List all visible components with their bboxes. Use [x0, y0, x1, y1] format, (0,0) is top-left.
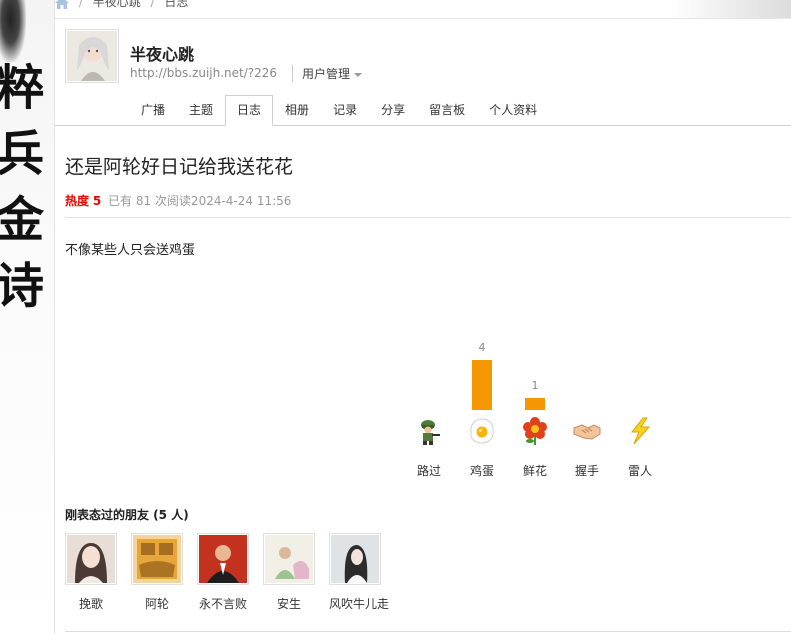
friend-name[interactable]: 挽歌: [65, 595, 117, 612]
friends-list: 挽歌 阿轮 永不言败 安生 风吹牛儿走: [65, 533, 395, 612]
calligraphy-glyph: 兵: [0, 126, 45, 182]
ink-brush-decoration: [0, 0, 26, 62]
friend-item[interactable]: 永不言败: [197, 533, 249, 612]
meta-divider: [65, 217, 791, 218]
space-tabs: 广播 主题 日志 相册 记录 分享 留言板 个人资料: [129, 95, 549, 126]
breadcrumb: / 半夜心跳 / 日志: [55, 0, 188, 10]
vote-count: 4: [478, 341, 486, 354]
avatar[interactable]: [131, 533, 183, 585]
flower-icon: [523, 417, 547, 445]
hot-value: 5: [92, 194, 102, 208]
tab-profile[interactable]: 个人资料: [477, 95, 549, 125]
friend-name[interactable]: 风吹牛儿走: [329, 595, 389, 612]
vote-bar: [525, 397, 545, 410]
lightning-icon: [630, 417, 651, 445]
breadcrumb-bar: / 半夜心跳 / 日志: [55, 0, 791, 19]
friend-name[interactable]: 永不言败: [197, 595, 249, 612]
friends-title: 刚表态过的朋友 (5 人): [65, 508, 189, 522]
tab-wall[interactable]: 留言板: [417, 95, 477, 125]
vote-label: 路过: [416, 464, 441, 478]
tab-threads[interactable]: 主题: [177, 95, 225, 125]
home-icon[interactable]: [55, 0, 69, 9]
breadcrumb-item-space[interactable]: 半夜心跳: [93, 0, 141, 9]
tab-share[interactable]: 分享: [369, 95, 417, 125]
blog-body: 不像某些人只会送鸡蛋: [65, 243, 196, 258]
handshake-icon: [573, 424, 601, 440]
chevron-down-icon: [354, 72, 363, 77]
friend-item[interactable]: 安生: [263, 533, 315, 612]
soldier-icon: [421, 420, 440, 445]
side-calligraphy-art: 粹 兵 金 诗: [0, 0, 54, 634]
avatar[interactable]: [263, 533, 315, 585]
space-avatar[interactable]: [65, 29, 119, 83]
space-header: 半夜心跳 http://bbs.zuijh.net/?226 用户管理 广播 主…: [55, 19, 791, 126]
breadcrumb-item-blog[interactable]: 日志: [164, 0, 188, 9]
vote-label: 鲜花: [522, 464, 547, 478]
reaction-votes: 路过 4 鸡蛋 1 鲜花 握手 雷人: [406, 330, 676, 490]
friend-item[interactable]: 风吹牛儿走: [329, 533, 389, 612]
calligraphy-glyph: 金: [0, 192, 45, 248]
breadcrumb-separator: /: [78, 0, 83, 9]
tab-album[interactable]: 相册: [273, 95, 321, 125]
blog-title: 还是阿轮好日记给我送花花: [65, 156, 294, 178]
tab-doing[interactable]: 记录: [321, 95, 369, 125]
header-decoration: [671, 0, 791, 18]
calligraphy-glyph: 粹: [0, 60, 45, 116]
avatar[interactable]: [65, 533, 117, 585]
tab-broadcast[interactable]: 广播: [129, 95, 177, 125]
user-manage-menu[interactable]: 用户管理: [292, 65, 363, 82]
space-url[interactable]: http://bbs.zuijh.net/?226: [130, 66, 277, 80]
space-username[interactable]: 半夜心跳: [130, 41, 194, 65]
tab-blog[interactable]: 日志: [225, 95, 274, 126]
vote-label: 握手: [574, 464, 599, 478]
vote-label: 鸡蛋: [469, 464, 494, 478]
blog-meta: 热度 5 已有 81 次阅读2024-4-24 11:56: [65, 192, 291, 209]
views-text: 已有 81 次阅读2024-4-24 11:56: [108, 194, 292, 208]
friend-name[interactable]: 安生: [263, 595, 315, 612]
friend-item[interactable]: 挽歌: [65, 533, 117, 612]
friend-item[interactable]: 阿轮: [131, 533, 183, 612]
vote-label: 雷人: [627, 464, 652, 478]
calligraphy-glyph: 诗: [0, 258, 45, 314]
vote-bar: [472, 360, 492, 410]
hot-label: 热度: [65, 194, 90, 208]
breadcrumb-separator: /: [150, 0, 155, 9]
avatar[interactable]: [329, 533, 381, 585]
friend-name[interactable]: 阿轮: [131, 595, 183, 612]
user-manage-label: 用户管理: [302, 67, 351, 81]
avatar[interactable]: [197, 533, 249, 585]
vote-count: 1: [531, 378, 539, 392]
egg-icon: [470, 418, 494, 444]
section-divider: [65, 631, 791, 632]
